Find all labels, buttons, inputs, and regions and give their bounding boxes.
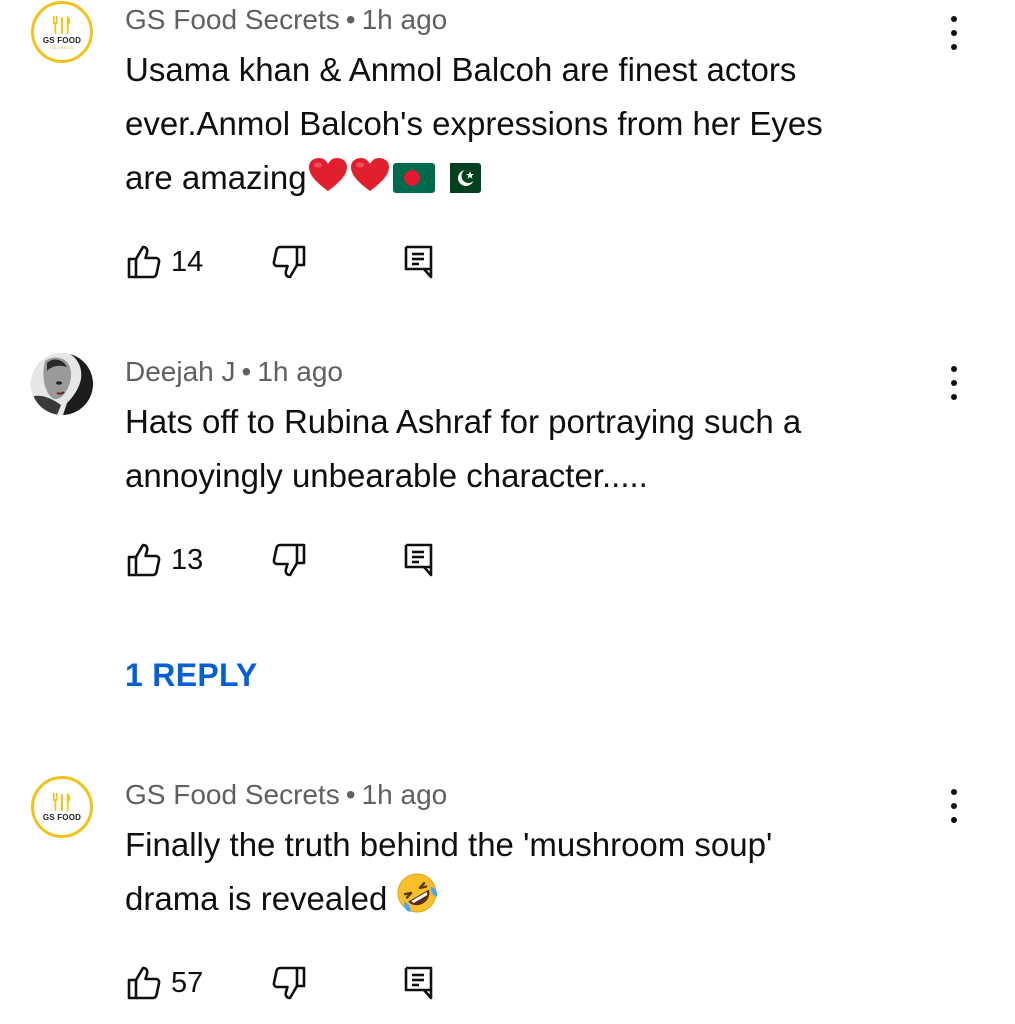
comment-meta: GS Food Secrets • 1h ago: [125, 777, 447, 813]
more-vertical-icon-dot: [951, 394, 957, 400]
comment-line-with-emoji: drama is revealed: [125, 872, 925, 930]
avatar-logo-subtext: SECRETS: [50, 44, 74, 50]
comment-meta: Deejah J • 1h ago: [125, 354, 343, 390]
comment-text: Hats off to Rubina Ashraf for portraying…: [125, 395, 925, 503]
like-count: 14: [171, 246, 204, 278]
comment-line: Finally the truth behind the 'mushroom s…: [125, 826, 773, 863]
author-name[interactable]: Deejah J: [125, 356, 236, 387]
comment-line: ever.Anmol Balcoh's expressions from her…: [125, 105, 823, 142]
flag-bangladesh-icon: [392, 155, 435, 209]
like-button[interactable]: 13: [127, 538, 203, 582]
meta-separator: •: [345, 779, 356, 810]
comment-actions: 13: [125, 538, 545, 582]
more-vertical-icon-dot: [951, 30, 957, 36]
avatar[interactable]: GS FOOD: [31, 776, 93, 838]
meta-separator: •: [345, 4, 356, 35]
comment-actions: 14: [125, 240, 545, 284]
comment-line: drama is revealed: [125, 880, 388, 917]
thumbs-up-icon: [127, 245, 161, 279]
comment-timestamp[interactable]: 1h ago: [257, 356, 343, 387]
like-button[interactable]: 14: [127, 240, 203, 284]
comment-text: Usama khan & Anmol Balcoh are finest act…: [125, 43, 925, 209]
reply-comment-icon: [404, 245, 433, 279]
author-name[interactable]: GS Food Secrets: [125, 779, 340, 810]
reply-button[interactable]: [404, 538, 434, 582]
avatar-logo-text: GS FOOD: [42, 35, 82, 45]
rolling-on-floor-laughing-icon: [396, 872, 438, 930]
more-options-button[interactable]: [944, 14, 964, 54]
comment-timestamp[interactable]: 1h ago: [362, 4, 448, 35]
more-vertical-icon-dot: [951, 380, 957, 386]
more-vertical-icon: [951, 366, 957, 372]
author-name[interactable]: GS Food Secrets: [125, 4, 340, 35]
dislike-button[interactable]: [272, 240, 306, 284]
more-options-button[interactable]: [944, 364, 964, 404]
comment-line: Hats off to Rubina Ashraf for portraying…: [125, 403, 802, 440]
red-heart-icon: [307, 155, 349, 209]
more-vertical-icon-dot: [951, 803, 957, 809]
comment-timestamp[interactable]: 1h ago: [362, 779, 448, 810]
comment-line: are amazing: [125, 159, 307, 196]
reply-comment-icon: [404, 966, 433, 1000]
more-vertical-icon: [951, 789, 957, 795]
thumbs-down-icon: [272, 966, 306, 1000]
like-count: 57: [171, 967, 204, 999]
view-replies-link[interactable]: 1 REPLY: [125, 654, 258, 696]
thumbs-up-icon: [127, 543, 161, 577]
avatar-logo-text: GS FOOD: [42, 813, 82, 822]
thumbs-up-icon: [127, 966, 161, 1000]
more-vertical-icon: [951, 16, 957, 22]
profile-photo: [31, 353, 93, 415]
avatar[interactable]: GS FOOD SECRETS: [31, 1, 93, 63]
comment-line: Usama khan & Anmol Balcoh are finest act…: [125, 51, 797, 88]
cutlery-icon: [53, 15, 71, 34]
flag-pakistan-icon: [438, 155, 481, 209]
comment-actions: 57: [125, 961, 545, 1005]
reply-comment-icon: [404, 543, 433, 577]
more-vertical-icon-dot: [951, 44, 957, 50]
cutlery-icon: [53, 793, 71, 811]
dislike-button[interactable]: [272, 961, 306, 1005]
comment-meta: GS Food Secrets • 1h ago: [125, 2, 447, 38]
meta-separator: •: [241, 356, 252, 387]
comment-text: Finally the truth behind the 'mushroom s…: [125, 818, 925, 930]
more-options-button[interactable]: [944, 787, 964, 827]
comment-line-with-emoji: are amazing: [125, 151, 925, 209]
reply-button[interactable]: [404, 961, 434, 1005]
like-count: 13: [171, 544, 204, 576]
thumbs-down-icon: [272, 543, 306, 577]
comment-line: annoyingly unbearable character.....: [125, 457, 648, 494]
reply-button[interactable]: [404, 240, 434, 284]
red-heart-icon: [349, 155, 391, 209]
thumbs-down-icon: [272, 245, 306, 279]
more-vertical-icon-dot: [951, 817, 957, 823]
like-button[interactable]: 57: [127, 961, 203, 1005]
dislike-button[interactable]: [272, 538, 306, 582]
avatar[interactable]: [31, 353, 93, 415]
